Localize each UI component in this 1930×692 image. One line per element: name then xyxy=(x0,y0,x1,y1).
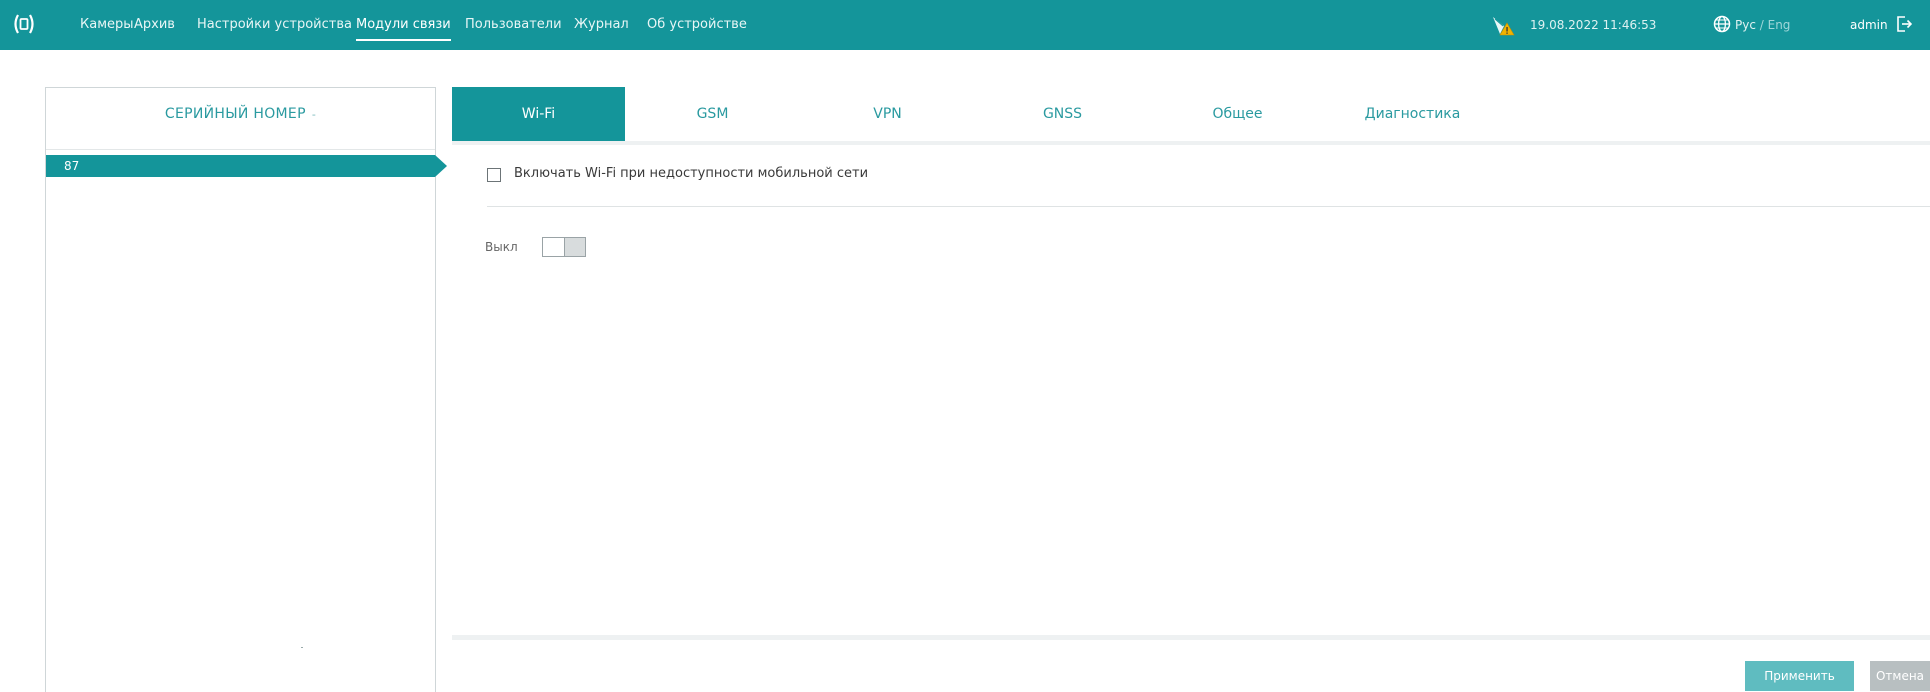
toggle-knob xyxy=(564,238,585,256)
nav-item-archive[interactable]: Архив xyxy=(134,17,175,32)
device-list-item-selected[interactable]: 87 xyxy=(46,155,447,177)
selected-row-pointer xyxy=(435,155,447,177)
tab-vpn[interactable]: VPN xyxy=(800,87,975,141)
lang-ru-link[interactable]: Рус xyxy=(1735,18,1756,32)
settings-panel: Wi-Fi GSM VPN GNSS Общее Диагностика Вкл… xyxy=(452,87,1930,691)
user-name[interactable]: admin xyxy=(1850,18,1888,32)
device-list-panel: СЕРИЙНЫЙ НОМЕР - 87 xyxy=(45,87,447,692)
logo-icon[interactable] xyxy=(12,13,36,35)
tab-gnss[interactable]: GNSS xyxy=(975,87,1150,141)
cancel-button[interactable]: Отмена xyxy=(1870,661,1930,691)
column-header-label: СЕРИЙНЫЙ НОМЕР xyxy=(164,106,306,122)
nav-item-users[interactable]: Пользователи xyxy=(465,17,562,32)
lang-separator: / xyxy=(1755,18,1768,32)
nav-item-label: Модули связи xyxy=(356,17,451,32)
tab-diagnostics[interactable]: Диагностика xyxy=(1325,87,1500,141)
wifi-toggle[interactable] xyxy=(542,237,586,257)
wifi-fallback-label[interactable]: Включать Wi-Fi при недоступности мобильн… xyxy=(514,166,868,181)
nav-item-about[interactable]: Об устройстве xyxy=(647,17,747,32)
nav-item-communication-modules[interactable]: Модули связи xyxy=(356,17,451,41)
nav-item-journal[interactable]: Журнал xyxy=(574,17,629,32)
device-serial: 87 xyxy=(64,159,80,173)
serial-number-column-header[interactable]: СЕРИЙНЫЙ НОМЕР - xyxy=(46,88,435,150)
active-nav-underline xyxy=(356,39,451,41)
footer-divider xyxy=(452,635,1930,640)
section-divider xyxy=(487,206,1930,207)
lang-en-link[interactable]: Eng xyxy=(1768,18,1791,32)
apply-button[interactable]: Применить xyxy=(1745,661,1854,691)
date-time-display: 19.08.2022 11:46:53 xyxy=(1530,18,1657,32)
list-dot-artifact xyxy=(301,647,303,648)
logout-icon[interactable] xyxy=(1896,15,1912,33)
top-navigation-bar: Камеры Архив Настройки устройства Модули… xyxy=(0,0,1930,50)
wifi-fallback-checkbox[interactable] xyxy=(487,168,501,182)
wifi-toggle-label: Выкл xyxy=(485,240,518,254)
nav-item-cameras[interactable]: Камеры xyxy=(80,17,134,32)
warning-icon[interactable] xyxy=(1491,14,1517,36)
tab-general[interactable]: Общее xyxy=(1150,87,1325,141)
settings-tabs: Wi-Fi GSM VPN GNSS Общее Диагностика xyxy=(452,87,1930,145)
tab-wifi[interactable]: Wi-Fi xyxy=(452,87,625,141)
nav-item-device-settings[interactable]: Настройки устройства xyxy=(197,17,352,32)
language-switcher: Рус / Eng xyxy=(1735,18,1790,32)
tab-gsm[interactable]: GSM xyxy=(625,87,800,141)
globe-icon[interactable] xyxy=(1713,15,1731,33)
sort-indicator: - xyxy=(311,108,317,121)
